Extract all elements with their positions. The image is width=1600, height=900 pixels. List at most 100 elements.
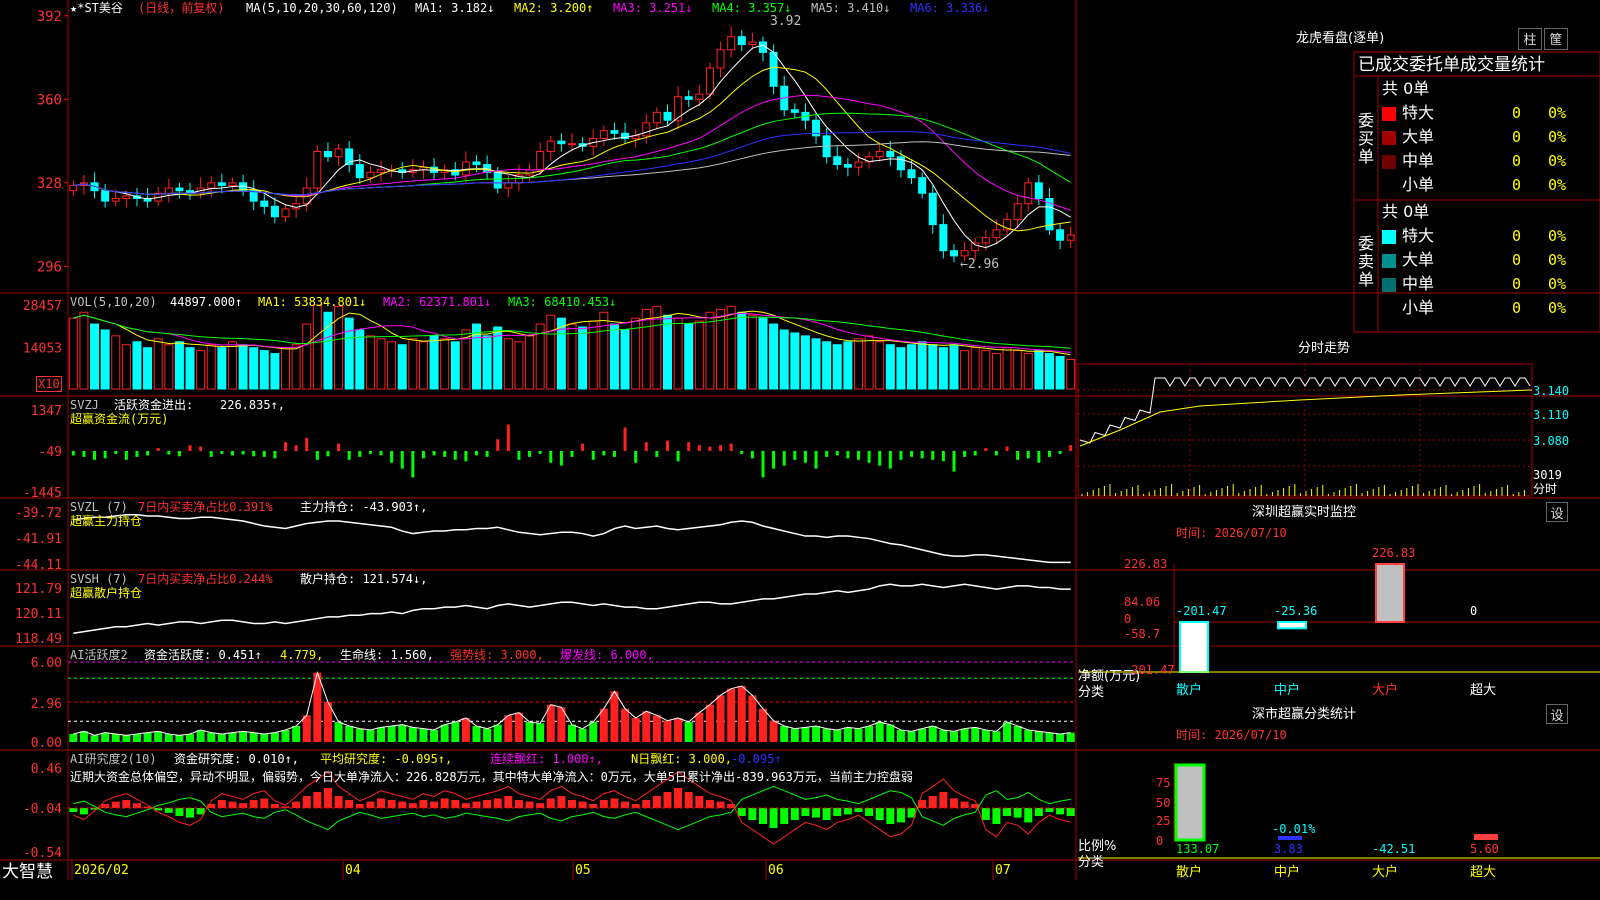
research-bar xyxy=(960,801,969,808)
fund-flow-bar xyxy=(782,451,786,466)
candle xyxy=(504,182,513,189)
fund-flow-bar xyxy=(315,451,319,460)
sell-row-pct: 0% xyxy=(1548,251,1567,269)
activity-bar xyxy=(621,708,630,742)
research-bar xyxy=(949,798,958,808)
activity-bar xyxy=(1066,732,1075,742)
volume-bar xyxy=(440,338,450,390)
sz-monitor-bar-value: -25.36 xyxy=(1274,604,1318,618)
sell-row-name: 特大 xyxy=(1402,226,1435,245)
intraday-y-tick: 3.110 xyxy=(1533,408,1570,422)
fund-flow-bar xyxy=(475,451,479,456)
activity-bar xyxy=(90,735,99,742)
bar-view-button[interactable]: 柱 xyxy=(1518,28,1542,50)
buy-row-swatch xyxy=(1382,179,1396,193)
buy-total: 共 0单 xyxy=(1382,79,1430,98)
volume-bar xyxy=(832,344,842,390)
fund-flow-bar xyxy=(1058,451,1062,454)
research-bar xyxy=(981,808,990,820)
research-bar xyxy=(292,801,301,808)
activity-bar xyxy=(334,722,343,742)
volume-bar xyxy=(376,338,386,390)
candle xyxy=(536,151,545,171)
research-bar xyxy=(323,788,332,808)
fund-flow-bar xyxy=(294,445,298,451)
activity-bar xyxy=(196,730,205,742)
price-y-tick-label: 392 xyxy=(37,9,62,25)
activity-bar xyxy=(907,731,916,742)
sell-row-value: 0 xyxy=(1512,251,1522,269)
price-y-tick-label: 296 xyxy=(37,259,62,275)
sz-monitor-bar xyxy=(1375,563,1405,623)
volume-bar xyxy=(853,338,863,390)
fund-flow-bar xyxy=(612,451,616,457)
sz-monitor-category: 中户 xyxy=(1274,683,1301,698)
sell-total: 共 0单 xyxy=(1382,202,1430,221)
frame-view-button[interactable]: 筐 xyxy=(1544,28,1568,50)
research-bar xyxy=(599,800,608,808)
research-bar xyxy=(589,804,598,808)
activity-bar xyxy=(981,730,990,742)
candle xyxy=(461,161,470,176)
research-bar xyxy=(164,808,173,813)
intraday-y-tick: 3.080 xyxy=(1533,434,1570,448)
ma-value-3: MA3: 3.251↓ xyxy=(613,1,693,15)
intraday-vol-val: 3019 xyxy=(1533,468,1562,482)
research-bar xyxy=(1034,808,1043,816)
activity-bar xyxy=(896,730,905,742)
research-bar xyxy=(239,803,248,808)
sz-class-settings-button[interactable]: 设 xyxy=(1546,704,1568,724)
activity-bar xyxy=(1056,734,1065,742)
research-bar xyxy=(1013,808,1022,818)
sz-monitor-category: 超大 xyxy=(1470,683,1497,698)
volume-bar xyxy=(684,323,694,390)
intraday-vol-unit: 分时 xyxy=(1533,482,1558,496)
activity-bar xyxy=(207,732,216,742)
sz-monitor-bar xyxy=(1277,621,1307,630)
volume-bar xyxy=(928,344,938,390)
ai1-life: 生命线: 1.560, xyxy=(340,648,434,662)
research-bar xyxy=(652,796,661,808)
activity-bar xyxy=(143,732,152,742)
vol-unit-label: X10 xyxy=(36,376,62,392)
price-y-tick-label: 360 xyxy=(37,92,62,108)
ai1-burst: 爆发线: 6.000, xyxy=(560,648,654,662)
research-bar xyxy=(334,796,343,808)
ma-value-4: MA4: 3.357↓ xyxy=(712,1,792,15)
volume-bar xyxy=(482,335,492,390)
research-bar xyxy=(536,803,545,808)
sz-class-y-tick: 75 xyxy=(1156,776,1171,790)
candle xyxy=(992,229,1001,239)
sz-class-bar-value: -42.51 xyxy=(1372,842,1416,856)
vol-ma-value-2: MA2: 62371.801↓ xyxy=(383,295,492,309)
sz-monitor-time: 时间: 2026/07/10 xyxy=(1176,526,1287,540)
fund-flow-bar xyxy=(772,451,776,469)
activity-bar xyxy=(472,726,481,742)
research-bar xyxy=(684,792,693,808)
ai1-y-tick: 2.96 xyxy=(31,697,62,712)
volume-bar xyxy=(291,344,301,390)
fund-flow-bar xyxy=(623,427,627,451)
ai1-v2: 4.779, xyxy=(280,648,324,662)
fund-flow-bar xyxy=(931,451,935,460)
activity-bar xyxy=(408,727,417,742)
candle xyxy=(1013,203,1022,220)
activity-bar xyxy=(833,730,842,742)
sz-monitor-settings-button[interactable]: 设 xyxy=(1546,502,1568,522)
sz-monitor-title: 深圳超赢实时监控 xyxy=(1252,505,1357,520)
volume-bar xyxy=(747,314,757,390)
fund-flow-bar xyxy=(421,451,425,459)
fund-flow-bar xyxy=(655,451,659,457)
candle xyxy=(101,190,110,202)
buy-row-name: 特大 xyxy=(1402,103,1435,122)
buy-row-swatch xyxy=(1382,131,1396,145)
volume-bar xyxy=(1066,358,1076,390)
fund-flow-bar xyxy=(82,451,86,457)
intraday-avg-line xyxy=(1079,389,1533,447)
fund-flow-bar xyxy=(241,451,245,455)
candle xyxy=(493,171,502,189)
research-bar xyxy=(780,808,789,824)
sell-row-pct: 0% xyxy=(1548,299,1567,317)
activity-bar xyxy=(186,734,195,742)
activity-bar xyxy=(355,728,364,742)
